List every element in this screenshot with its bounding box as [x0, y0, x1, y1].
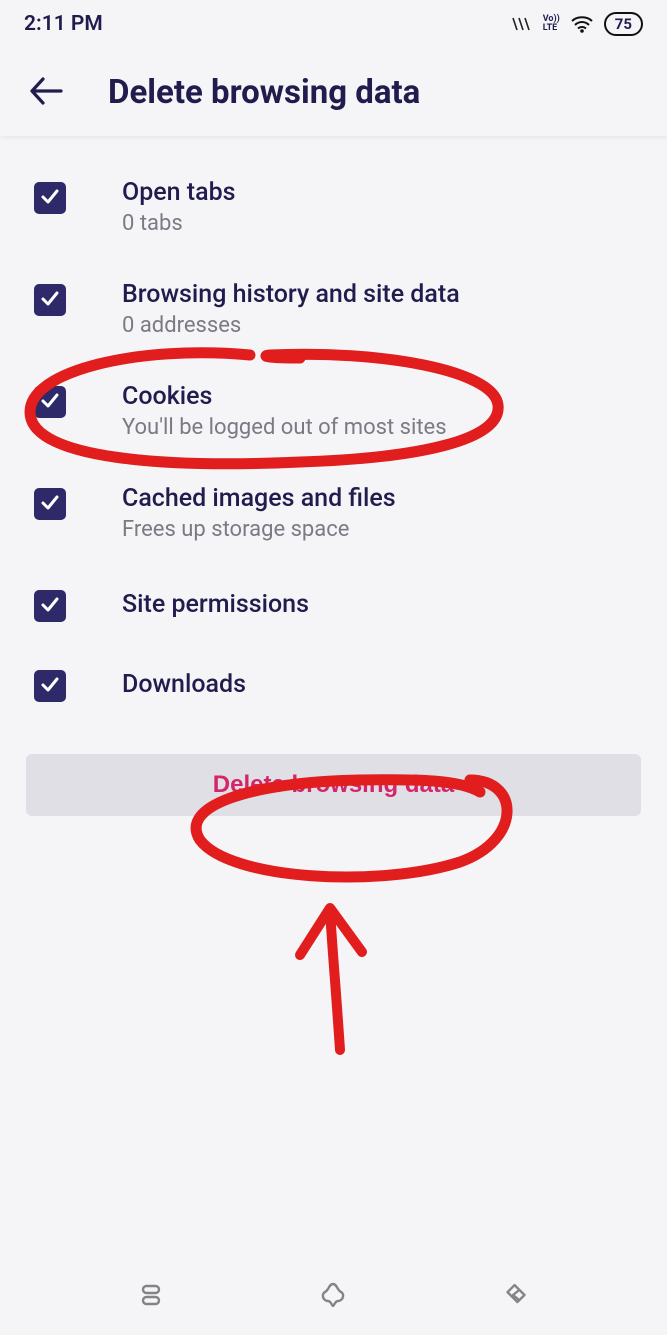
option-title: Cookies — [122, 382, 447, 411]
signal-icon — [511, 16, 533, 32]
status-indicators: Vo))LTE 75 — [511, 12, 643, 36]
page-title: Delete browsing data — [108, 73, 420, 112]
back-button[interactable] — [24, 70, 68, 114]
checkbox-downloads[interactable] — [34, 670, 66, 702]
option-subtitle: Frees up storage space — [122, 517, 396, 542]
delete-browsing-data-button[interactable]: Delete browsing data — [26, 754, 641, 816]
checkbox-open-tabs[interactable] — [34, 182, 66, 214]
check-icon — [40, 674, 60, 698]
option-browsing-history[interactable]: Browsing history and site data 0 address… — [26, 258, 641, 360]
check-icon — [40, 288, 60, 312]
check-icon — [40, 594, 60, 618]
option-title: Downloads — [122, 670, 246, 699]
option-open-tabs[interactable]: Open tabs 0 tabs — [26, 156, 641, 258]
status-bar: 2:11 PM Vo))LTE 75 — [0, 0, 667, 48]
option-cookies[interactable]: Cookies You'll be logged out of most sit… — [26, 360, 641, 462]
checkbox-browsing-history[interactable] — [34, 284, 66, 316]
volte-icon: Vo))LTE — [543, 15, 560, 33]
checkbox-site-permissions[interactable] — [34, 590, 66, 622]
arrow-left-icon — [29, 76, 63, 109]
bottom-nav — [0, 1259, 667, 1335]
option-title: Browsing history and site data — [122, 280, 460, 309]
check-icon — [40, 186, 60, 210]
nav-home-icon[interactable] — [319, 1281, 347, 1313]
check-icon — [40, 492, 60, 516]
option-cached-images[interactable]: Cached images and files Frees up storage… — [26, 462, 641, 564]
option-subtitle: 0 tabs — [122, 211, 236, 236]
battery-indicator: 75 — [604, 12, 643, 36]
wifi-icon — [570, 15, 594, 33]
option-downloads[interactable]: Downloads — [26, 644, 641, 724]
nav-back-icon[interactable] — [502, 1281, 530, 1313]
annotation-arrow-up — [300, 908, 362, 1050]
option-title: Cached images and files — [122, 484, 396, 513]
option-subtitle: 0 addresses — [122, 313, 460, 338]
status-time: 2:11 PM — [24, 12, 103, 36]
app-header: Delete browsing data — [0, 48, 667, 136]
option-subtitle: You'll be logged out of most sites — [122, 415, 447, 440]
nav-recents-icon[interactable] — [137, 1281, 165, 1313]
checkbox-cached-images[interactable] — [34, 488, 66, 520]
option-site-permissions[interactable]: Site permissions — [26, 564, 641, 644]
check-icon — [40, 390, 60, 414]
option-title: Open tabs — [122, 178, 236, 207]
option-title: Site permissions — [122, 590, 309, 619]
options-list: Open tabs 0 tabs Browsing history and si… — [0, 136, 667, 816]
checkbox-cookies[interactable] — [34, 386, 66, 418]
